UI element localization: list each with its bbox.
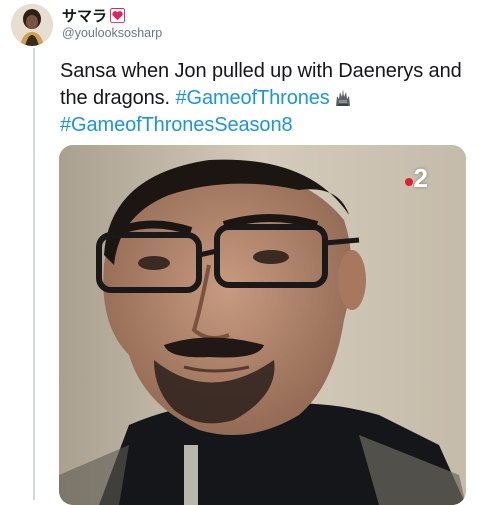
avatar-icon xyxy=(11,4,53,46)
tweet-media[interactable]: 2 xyxy=(59,145,466,505)
tweet-text: Sansa when Jon pulled up with Daenerys a… xyxy=(60,58,470,139)
heart-icon xyxy=(110,8,126,23)
display-name-text: サマラ xyxy=(62,8,108,25)
channel-dot xyxy=(404,177,413,186)
video-still-icon xyxy=(59,145,466,505)
channel-badge: 2 xyxy=(404,163,428,194)
channel-badge-number: 2 xyxy=(413,163,428,193)
thread-line xyxy=(33,48,35,500)
user-handle[interactable]: @youlooksosharp xyxy=(62,26,162,40)
display-name[interactable]: サマラ xyxy=(62,5,126,26)
hashtag-gameofthronesseason8[interactable]: #GameofThronesSeason8 xyxy=(60,114,293,136)
hashtag-gameofthrones[interactable]: #GameofThrones xyxy=(175,87,329,109)
iron-throne-icon xyxy=(333,87,353,107)
avatar[interactable] xyxy=(11,4,53,46)
